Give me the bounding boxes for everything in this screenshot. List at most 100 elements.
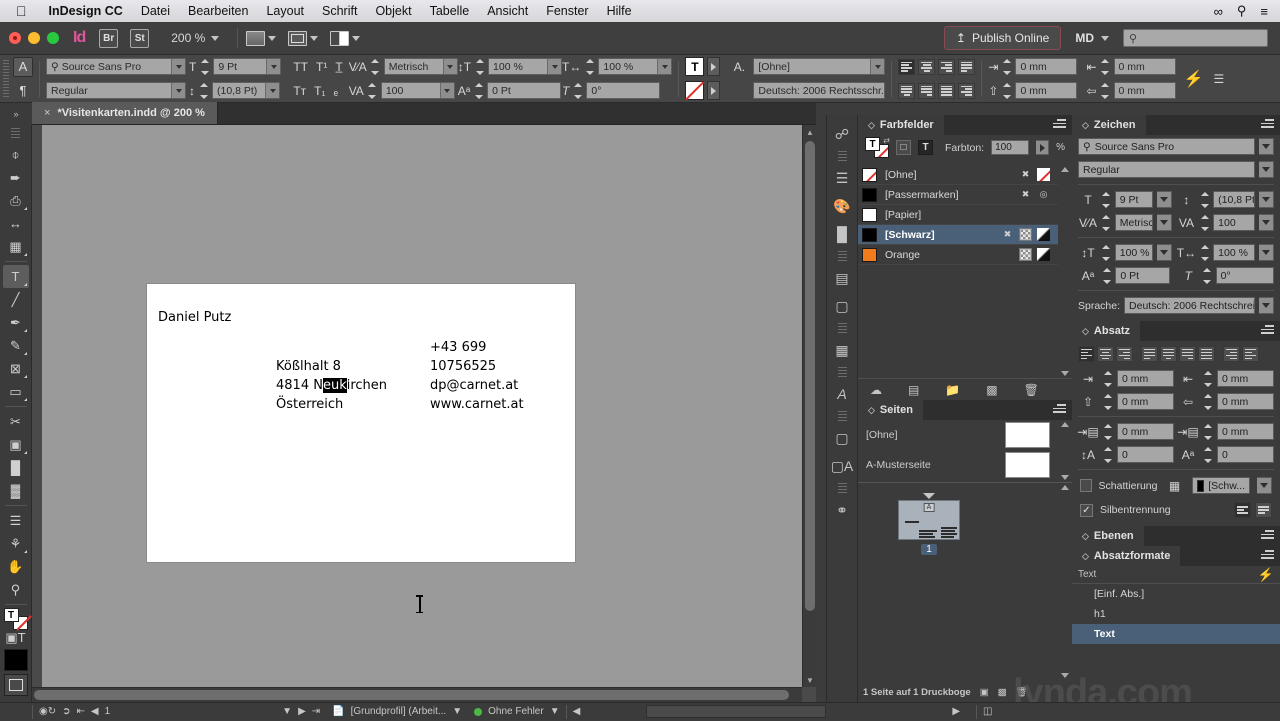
glyphs-panel-icon[interactable]: A [829,381,855,407]
document-canvas[interactable]: Daniel Putz Kößlhalt 8 4814 Neukirchen Ö… [32,125,816,702]
chevron-down-icon[interactable] [1259,214,1274,231]
vertical-scrollbar[interactable]: ▲ ▼ [802,125,816,687]
paragraph-styles-list[interactable]: [Einf. Abs.] h1 Text [1072,584,1280,644]
new-color-group-icon[interactable]: ▤ [908,383,919,397]
align-toward-spine-button[interactable] [958,82,976,99]
page-thumbnail-item[interactable]: A 1 [898,493,960,555]
skew-stepper[interactable] [572,82,583,99]
char-vscale-stepper[interactable] [1102,244,1111,261]
para-right-indent-stepper[interactable] [1202,370,1213,387]
style-row-h1[interactable]: h1 [1072,604,1280,624]
baseline-shift-stepper[interactable] [473,82,484,99]
status-preflight[interactable]: 📄 [Grundprofil] (Arbeit... ▼ [326,703,468,721]
para-dropcap-chars-stepper[interactable] [1202,446,1213,463]
document-tab[interactable]: × *Visitenkarten.indd @ 200 % [32,102,218,124]
language-dropdown[interactable]: Deutsch: 2006 Rechtsschr... [753,82,886,99]
arrange-documents-dropdown[interactable] [330,30,361,46]
normal-view-mode-button[interactable] [3,674,28,696]
para-align-away-spine-button[interactable] [1242,346,1259,362]
zoom-level-dropdown[interactable]: 200 % [161,31,229,45]
dock-gripper[interactable] [837,251,847,261]
card-contact-block[interactable]: +43 699 10756525 dp@carnet.at www.carnet… [430,338,524,414]
kerning-dropdown[interactable]: Metrisch [383,58,458,75]
baseline-shift-field[interactable]: 0 Pt [487,82,562,99]
text-wrap-panel-icon[interactable]: ▦ [829,337,855,363]
zoom-window-button[interactable] [47,32,59,44]
gradient-feather-tool[interactable]: ▓ [3,479,29,502]
pages-scrollbar[interactable] [1058,483,1072,680]
page-number-value[interactable]: 1 [105,706,111,717]
stroke-panel-icon[interactable]: ☰ [829,165,855,191]
status-resize-right[interactable]: ▶ [946,703,966,721]
panel-menu-icon[interactable] [1261,550,1274,559]
fill-color-dropdown[interactable] [707,57,721,76]
master-thumbnail[interactable] [1005,422,1050,448]
menu-icon[interactable]: ≡ [1260,4,1268,19]
char-kerning-stepper[interactable] [1102,214,1111,231]
pencil-tool[interactable]: ✎ [3,334,29,357]
align-right-button[interactable] [938,58,956,75]
character-style-dropdown[interactable]: [Ohne] [753,58,886,75]
document-page[interactable]: Daniel Putz Kößlhalt 8 4814 Neukirchen Ö… [146,283,576,563]
tint-input[interactable]: 100 [991,140,1030,155]
cc-libraries-icon[interactable]: ☁ [870,383,882,397]
apply-color-button[interactable] [3,649,28,671]
para-first-indent-stepper[interactable] [1102,393,1113,410]
quick-apply-icon[interactable]: ⚡ [1184,69,1204,89]
panel-menu-icon[interactable] [1261,325,1274,334]
selection-tool[interactable]: ⌽ [3,143,29,166]
style-row-text[interactable]: Text [1072,624,1280,644]
swatches-list[interactable]: [Ohne] ✖ [Passermarken] ✖ ◎ [Papier] [Sc… [858,165,1058,378]
toolbox-gripper[interactable] [11,128,20,140]
char-skew-stepper[interactable] [1202,267,1211,284]
eyedropper-tool[interactable]: ⚘ [3,532,29,555]
infinity-icon[interactable]: ∞ [1214,4,1223,19]
para-justify-all-button[interactable] [1198,346,1215,362]
composer-single-line-button[interactable] [1255,502,1272,518]
justify-last-left-button[interactable] [958,58,976,75]
hyphenation-checkbox[interactable]: ✓ [1080,503,1093,517]
apple-icon[interactable]:  [0,4,40,18]
para-left-indent-stepper[interactable] [1102,370,1113,387]
search-icon[interactable]: ⚲ [1237,3,1247,19]
control-panel-menu-icon[interactable]: ☰ [1213,72,1224,86]
status-resize-left[interactable]: ◀ [567,703,587,721]
para-space-after-stepper[interactable] [1202,423,1213,440]
skew-field[interactable]: 0° [586,82,661,99]
chevron-down-icon[interactable] [1257,477,1272,494]
para-first-indent-field[interactable]: 0 mm [1117,393,1174,410]
char-font-family-dropdown[interactable]: ⚲ Source Sans Pro [1078,138,1255,155]
scroll-down-icon[interactable] [1061,673,1069,678]
frame-tool[interactable]: ⊠ [3,357,29,380]
hand-tool[interactable]: ✋ [3,555,29,578]
composer-paragraph-button[interactable] [1234,502,1251,518]
char-font-style-dropdown[interactable]: Regular [1078,161,1255,178]
char-leading-field[interactable]: (10,8 Pt) [1213,191,1255,208]
format-text-button[interactable]: T [918,140,933,155]
gradient-swatch-tool[interactable]: █ [3,456,29,479]
right-indent-stepper[interactable] [1100,58,1111,75]
menu-item-ansicht[interactable]: Ansicht [478,4,537,18]
swatch-row-papier[interactable]: [Papier] [858,205,1058,225]
quick-apply-icon[interactable]: ⚡ [1258,567,1274,583]
free-transform-tool[interactable]: ▣ [3,433,29,456]
shading-grid-icon[interactable]: ▦ [1165,479,1185,493]
para-align-right-button[interactable] [1116,346,1133,362]
swatch-fill[interactable]: T [865,137,880,151]
new-page-icon[interactable]: ▩ [998,687,1007,698]
tab-absatz[interactable]: ◇ Absatz [1072,321,1140,341]
horizontal-scale-field[interactable]: 100 % [598,58,673,75]
all-caps-icon[interactable]: TT [293,60,308,74]
chevron-down-icon[interactable]: ▼ [550,706,560,717]
type-tool[interactable]: T [2,265,29,288]
first-line-indent-stepper[interactable] [1001,82,1012,99]
right-indent-field[interactable]: 0 mm [1113,58,1176,75]
left-indent-stepper[interactable] [1001,58,1012,75]
chevron-down-icon[interactable] [1157,191,1173,208]
character-formatting-button[interactable]: A [13,56,33,77]
close-icon[interactable]: × [44,107,50,119]
chevron-down-icon[interactable] [1259,138,1274,155]
scroll-up-icon[interactable] [1061,422,1069,427]
chevron-down-icon[interactable]: ▼ [282,706,292,717]
vertical-scale-stepper[interactable] [474,58,485,75]
